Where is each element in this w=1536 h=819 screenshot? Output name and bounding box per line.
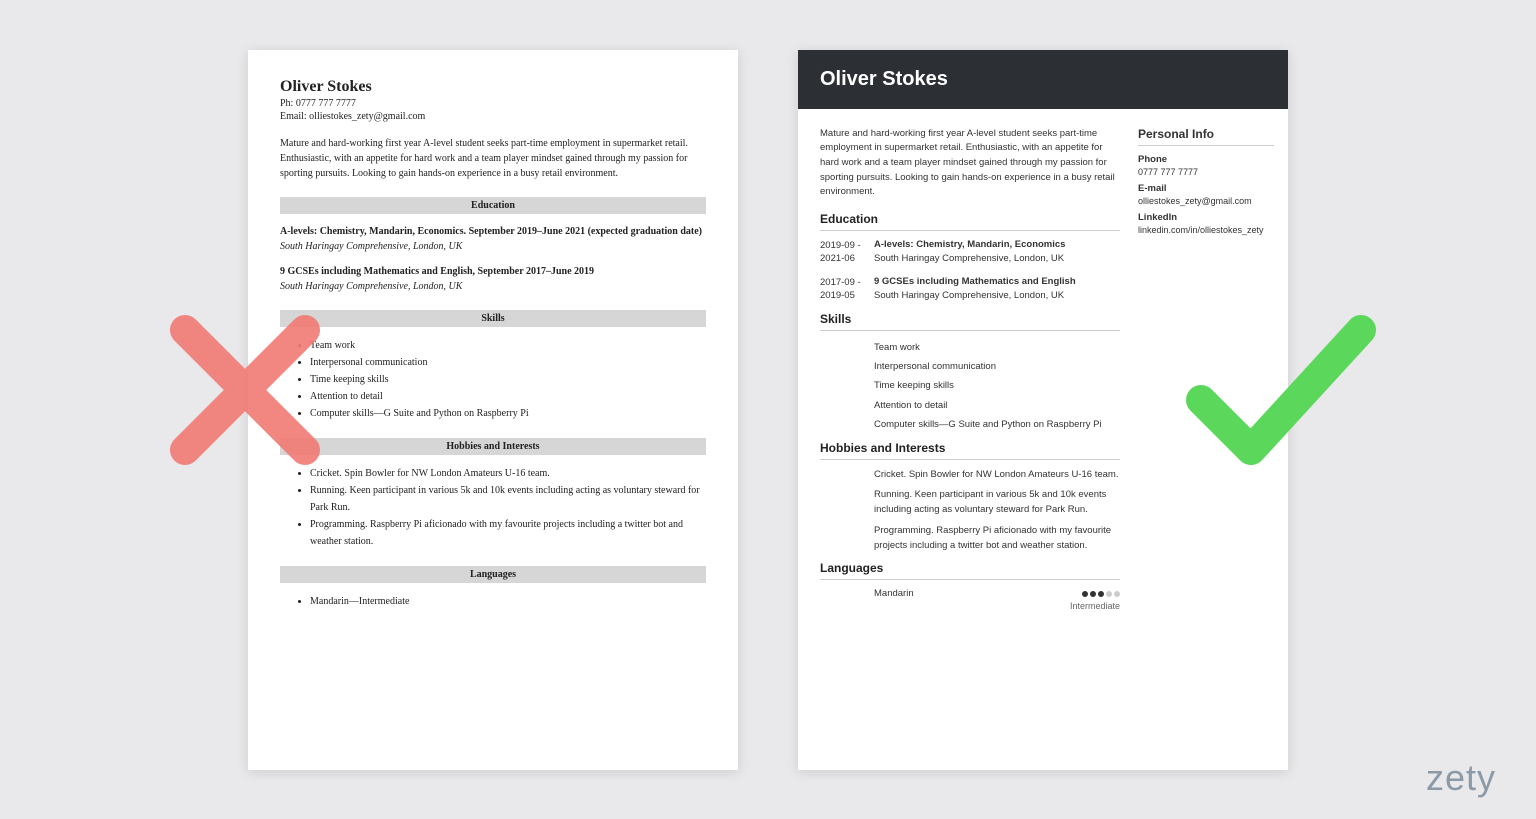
lang-name: Mandarin [874,588,914,599]
skill-item: Interpersonal communication [310,354,706,371]
sidebar-title: Personal Info [1138,127,1274,146]
edu2-title: 9 GCSEs including Mathematics and Englis… [280,264,706,279]
skill-item: Team work [874,339,1120,356]
edu2-date: 2017-09 - 2019-05 [820,276,874,303]
hobby-item: Cricket. Spin Bowler for NW London Amate… [874,468,1120,483]
main-column: Mature and hard-working first year A-lev… [798,109,1138,769]
edu2-sub: South Haringay Comprehensive, London, UK [874,290,1120,301]
summary: Mature and hard-working first year A-lev… [820,127,1120,201]
skill-item: Team work [310,337,706,354]
section-education: Education [820,212,1120,231]
email: Email: olliestokes_zety@gmail.com [280,111,706,122]
hobby-item: Programming. Raspberry Pi aficionado wit… [310,516,706,550]
phone: Ph: 0777 777 7777 [280,98,706,109]
name: Oliver Stokes [280,78,706,96]
skill-item: Time keeping skills [310,371,706,388]
linkedin-value: linkedin.com/in/olliestokes_zety [1138,225,1274,235]
skill-item: Computer skills—G Suite and Python on Ra… [874,416,1120,433]
section-languages: Languages [280,566,706,583]
skills-list: Team work Interpersonal communication Ti… [820,339,1120,432]
summary: Mature and hard-working first year A-lev… [280,136,706,181]
hobbies-list: Cricket. Spin Bowler for NW London Amate… [820,468,1120,554]
hobby-item: Running. Keen participant in various 5k … [310,482,706,516]
cross-icon [145,290,345,490]
email-label: E-mail [1138,183,1274,194]
lang-level: Intermediate [820,601,1120,611]
header: Oliver Stokes [798,50,1288,109]
section-education: Education [280,197,706,214]
edu-row: 2017-09 - 2019-05 9 GCSEs including Math… [820,276,1120,303]
edu1-date: 2019-09 - 2021-06 [820,239,874,266]
skill-item: Attention to detail [310,388,706,405]
edu1-title: A-levels: Chemistry, Mandarin, Economics… [280,224,706,239]
edu2-title: 9 GCSEs including Mathematics and Englis… [874,276,1120,287]
phone-value: 0777 777 7777 [1138,167,1274,177]
skill-item: Attention to detail [874,397,1120,414]
email-value: olliestokes_zety@gmail.com [1138,196,1274,206]
hobby-item: Programming. Raspberry Pi aficionado wit… [874,524,1120,553]
lang-row: Mandarin [820,588,1120,599]
languages-list: Mandarin—Intermediate [280,593,706,610]
section-languages: Languages [820,561,1120,580]
skill-item: Interpersonal communication [874,358,1120,375]
edu-row: 2019-09 - 2021-06 A-levels: Chemistry, M… [820,239,1120,266]
check-icon [1171,290,1391,490]
linkedin-label: LinkedIn [1138,212,1274,223]
edu1-title: A-levels: Chemistry, Mandarin, Economics [874,239,1120,250]
edu1-sub: South Haringay Comprehensive, London, UK [874,253,1120,264]
section-skills: Skills [820,312,1120,331]
section-hobbies: Hobbies and Interests [820,441,1120,460]
hobby-item: Cricket. Spin Bowler for NW London Amate… [310,465,706,482]
skill-item: Computer skills—G Suite and Python on Ra… [310,405,706,422]
brand-logo: zety [1426,757,1496,799]
skill-item: Time keeping skills [874,377,1120,394]
hobby-item: Running. Keen participant in various 5k … [874,488,1120,517]
edu1-sub: South Haringay Comprehensive, London, UK [280,239,706,254]
phone-label: Phone [1138,154,1274,165]
name: Oliver Stokes [820,68,1266,91]
rating-dots-icon [1082,591,1120,597]
lang-item: Mandarin—Intermediate [310,593,706,610]
